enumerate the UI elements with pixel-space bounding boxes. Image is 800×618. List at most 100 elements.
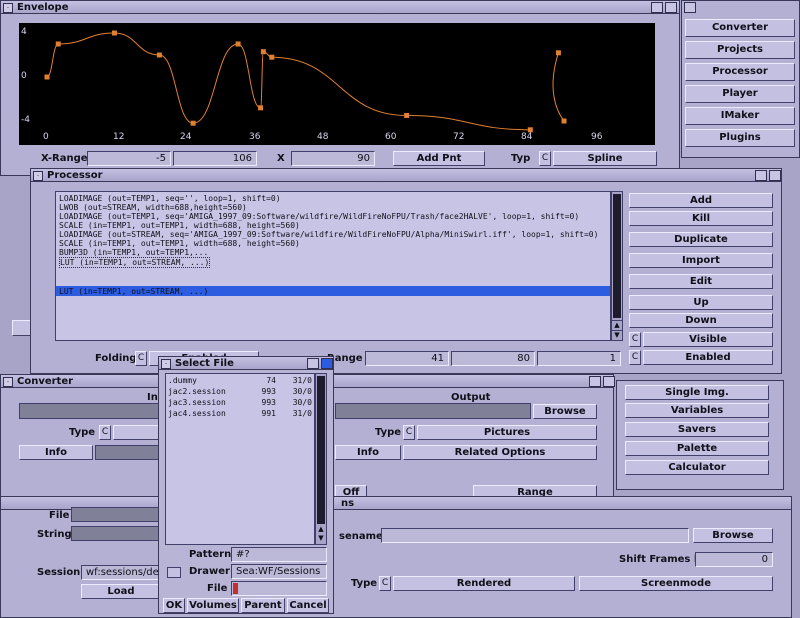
enabled-cycle-button[interactable]: Enabled [643,350,773,365]
file-row[interactable]: jac4.session 991 31/0 [168,409,314,419]
parent-button[interactable]: Parent [241,598,285,613]
kill-button[interactable]: Kill [629,211,773,226]
envelope-graph[interactable]: 4 0 -4 0 12 24 36 48 60 72 84 96 [19,23,655,145]
processor-line[interactable]: SCALE (in=TEMP1, out=TEMP1, width=688, h… [59,239,300,248]
scrollbar-knob[interactable] [317,376,325,524]
session-field[interactable]: wf:sessions/de [81,565,161,580]
cycle-icon[interactable]: C [629,350,641,365]
input-related-options-button[interactable] [95,445,159,460]
file-row[interactable]: .dummy 74 31/0 [168,376,314,386]
envelope-point[interactable] [55,41,61,47]
cycle-icon[interactable]: C [379,576,391,591]
input-type-cycle-button[interactable] [113,425,159,440]
envelope-point[interactable] [156,52,162,58]
zoom-icon[interactable] [307,358,319,369]
down-button[interactable]: Down [629,313,773,328]
depth-icon[interactable] [321,358,333,369]
background-window-button[interactable] [12,320,32,336]
basename-browse-button[interactable]: Browse [693,528,773,543]
xrange-min-field[interactable]: -5 [87,151,171,166]
file-list-scrollbar[interactable]: ▲ ▼ [315,373,327,545]
envelope-point[interactable] [111,30,117,36]
drawer-field[interactable]: Sea:WF/Sessions [231,564,327,579]
file-listview[interactable]: .dummy 74 31/0 jac2.session 993 30/0 jac… [165,373,315,545]
close-icon[interactable]: · [33,171,43,181]
ok-button[interactable]: OK [163,598,185,613]
related-options-button[interactable]: Related Options [403,445,597,460]
output-info-button[interactable]: Info [335,445,401,460]
up-button[interactable]: Up [629,295,773,310]
envelope-point[interactable] [404,113,410,118]
processor-line[interactable]: LUT (in=TEMP1, out=STREAM, ...) [59,257,211,269]
calculator-button[interactable]: Calculator [625,460,769,475]
type-cycle-button[interactable]: Spline [553,151,657,166]
processor-titlebar[interactable]: Processor [31,169,781,182]
output-type-cycle-button[interactable]: Pictures [417,425,597,440]
envelope-point[interactable] [258,105,264,111]
load-session-button[interactable]: Load [81,584,161,599]
depth-icon[interactable] [603,376,615,387]
zoom-icon[interactable] [755,170,767,181]
processor-line[interactable]: LOADIMAGE (out=TEMP1, seq='AMIGA_1997_09… [59,212,579,221]
envelope-point[interactable] [235,41,241,47]
variables-button[interactable]: Variables [625,403,769,418]
range-to-field[interactable]: 80 [451,351,535,366]
envelope-point[interactable] [260,49,266,55]
envelope-point[interactable] [269,54,275,60]
add-point-button[interactable]: Add Pnt [393,151,485,166]
scroll-down-arrow-icon[interactable]: ▼ [316,534,326,543]
range-from-field[interactable]: 41 [365,351,449,366]
render-type-cycle-button[interactable]: Rendered [393,576,575,591]
processor-line[interactable]: LWOB (out=STREAM, width=688,height=560) [59,203,247,212]
cycle-icon[interactable]: C [629,332,641,347]
scroll-up-arrow-icon[interactable]: ▲ [612,320,622,330]
scroll-up-arrow-icon[interactable]: ▲ [316,525,326,534]
processor-line[interactable]: LUT (in=TEMP1, out=STREAM, ...) [59,287,208,296]
duplicate-button[interactable]: Duplicate [629,232,773,247]
menu-projects-button[interactable]: Projects [685,41,795,59]
pattern-field[interactable]: #? [231,547,327,562]
add-button[interactable]: Add [629,193,773,208]
depth-icon[interactable] [769,170,781,181]
single-image-button[interactable]: Single Img. [625,385,769,400]
depth-icon[interactable] [665,2,677,13]
menu-converter-button[interactable]: Converter [685,19,795,37]
close-icon[interactable]: · [161,359,171,369]
processor-line[interactable]: LOADIMAGE (out=TEMP1, seq='', loop=1, sh… [59,194,281,203]
file-row[interactable]: jac3.session 993 30/0 [168,398,314,408]
zoom-icon[interactable] [684,2,696,13]
processor-line[interactable]: BUMP3D (in=TEMP1, out=TEMP1,... [59,248,208,257]
cancel-button[interactable]: Cancel [287,598,329,613]
processor-listview[interactable]: LOADIMAGE (out=TEMP1, seq='', loop=1, sh… [55,191,611,341]
edit-button[interactable]: Edit [629,274,773,289]
envelope-point[interactable] [44,74,50,80]
envelope-titlebar[interactable]: Envelope [1,1,679,14]
menu-imaker-button[interactable]: IMaker [685,107,795,125]
output-browse-button[interactable]: Browse [533,404,597,419]
close-icon[interactable]: · [3,3,13,13]
cycle-icon[interactable]: C [539,151,551,166]
file-row[interactable]: jac2.session 993 30/0 [168,387,314,397]
processor-line[interactable]: SCALE (in=TEMP1, out=TEMP1, width=688, h… [59,221,300,230]
import-button[interactable]: Import [629,253,773,268]
file-field[interactable] [71,507,161,522]
cycle-icon[interactable]: C [99,425,111,440]
input-path-field[interactable] [19,403,159,419]
basename-field[interactable] [381,528,689,543]
menu-player-button[interactable]: Player [685,85,795,103]
envelope-point[interactable] [190,120,196,126]
x-value-field[interactable]: 90 [291,151,375,166]
input-info-button[interactable]: Info [19,445,93,460]
screenmode-button[interactable]: Screenmode [579,576,773,591]
palette-button[interactable]: Palette [625,441,769,456]
menu-plugins-button[interactable]: Plugins [685,129,795,147]
shift-frames-field[interactable]: 0 [695,552,773,567]
volumes-button[interactable]: Volumes [187,598,239,613]
string-field[interactable] [71,526,161,541]
output-path-field[interactable] [335,403,531,419]
visible-cycle-button[interactable]: Visible [643,332,773,347]
cycle-icon[interactable]: C [403,425,415,440]
envelope-point[interactable] [561,118,567,124]
xrange-max-field[interactable]: 106 [173,151,257,166]
drawer-toggle-icon[interactable] [167,567,181,578]
